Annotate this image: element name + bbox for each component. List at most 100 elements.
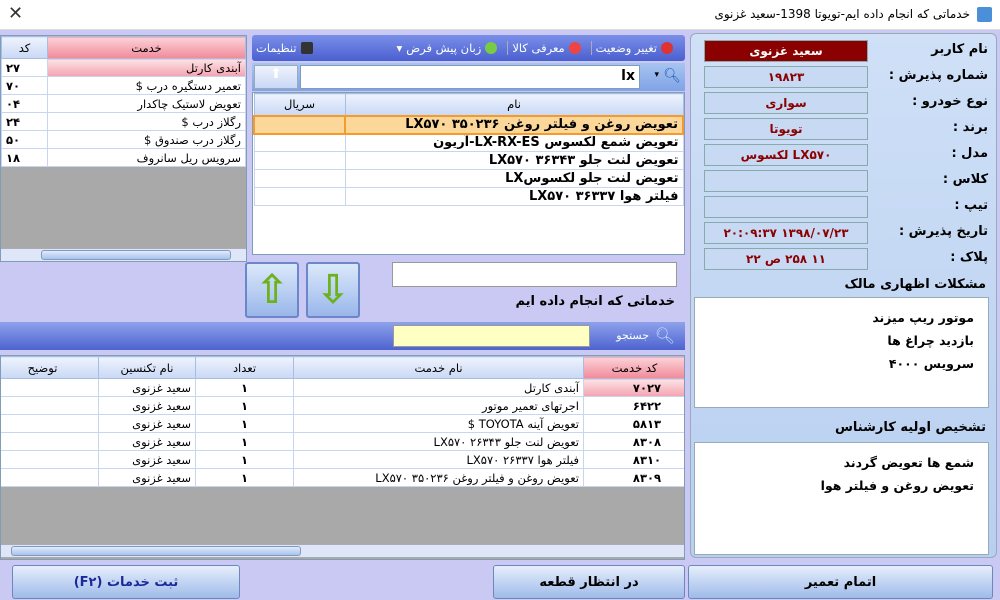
- table-cell[interactable]: [1, 468, 99, 487]
- table-cell[interactable]: اجرتهای تعمیر موتور: [293, 396, 584, 415]
- close-button[interactable]: ✕: [8, 3, 23, 24]
- table-cell[interactable]: تعویض آینه TOYOTA $: [293, 414, 584, 433]
- table-row[interactable]: تعمیر دستگیره درب $۷۰: [1, 76, 246, 95]
- table-cell[interactable]: سعید غزنوی: [98, 450, 196, 469]
- table-row[interactable]: ۸۳۰۹ تعویض روغن و فیلتر روغن ۳۵۰۲۳۶ LX۵۷۰…: [1, 468, 684, 487]
- move-up-button[interactable]: ⇧: [245, 262, 299, 318]
- table-cell[interactable]: تعویض شمع لکسوس LX-RX-ES-آریون: [344, 133, 684, 152]
- table-cell[interactable]: رگلاز درب $: [47, 112, 246, 131]
- table-cell[interactable]: ۱: [195, 414, 294, 433]
- table-cell[interactable]: آبندی کارتل: [47, 58, 246, 77]
- table-cell[interactable]: تعویض لاستیک چاکدار: [47, 94, 246, 113]
- field-value[interactable]: LX۵۷۰ لکسوس: [704, 144, 868, 166]
- table-cell[interactable]: آبندی کارتل: [293, 378, 584, 397]
- services-horizontal-scrollbar[interactable]: [1, 248, 246, 261]
- owner-issues-textbox[interactable]: موتور ریپ میزند بازدید چراغ ها سرویس ۴۰۰۰: [694, 297, 989, 408]
- field-value[interactable]: ۱۹۸۲۳: [704, 66, 868, 88]
- table-cell[interactable]: ۱: [195, 432, 294, 451]
- table-row[interactable]: تعویض لاستیک چاکدار ۰۴: [1, 94, 246, 113]
- column-header[interactable]: نام تکنسین: [98, 356, 196, 379]
- table-cell[interactable]: فیلتر هوا ۲۶۳۳۷ LX۵۷۰: [293, 450, 584, 469]
- table-cell[interactable]: فیلتر هوا ۳۶۳۳۷ LX۵۷۰: [344, 187, 684, 206]
- column-header[interactable]: توضیح: [1, 356, 99, 379]
- field-value[interactable]: [704, 196, 868, 218]
- field-value[interactable]: ۱۳۹۸/۰۷/۲۳ ۲۰:۰۹:۳۷: [704, 222, 868, 244]
- search-icon[interactable]: 🔍︎: [663, 68, 681, 84]
- chevron-down-icon[interactable]: ▾: [654, 70, 659, 80]
- table-cell[interactable]: ۱: [195, 450, 294, 469]
- up-button[interactable]: ⬆: [254, 65, 298, 89]
- table-row[interactable]: تعویض لنت جلو لکسوسLX: [253, 169, 684, 188]
- table-row[interactable]: ۸۳۱۰ فیلتر هوا ۲۶۳۳۷ LX۵۷۰ ۱ سعید غزنوی: [1, 450, 684, 469]
- table-cell[interactable]: ۸۳۱۰: [583, 450, 684, 469]
- table-cell[interactable]: رگلاز درب صندوق $: [47, 130, 246, 149]
- table-cell[interactable]: ۲۴: [1, 112, 48, 131]
- move-down-button[interactable]: ⇩: [306, 262, 360, 318]
- table-cell[interactable]: ۱۸: [1, 148, 48, 167]
- field-value[interactable]: [704, 170, 868, 192]
- field-value[interactable]: سواری: [704, 92, 868, 114]
- table-cell[interactable]: سعید غزنوی: [98, 414, 196, 433]
- register-services-button[interactable]: ثبت خدمات (F۲): [12, 565, 240, 599]
- search-icon[interactable]: 🔍︎: [655, 326, 675, 345]
- table-row[interactable]: رگلاز درب $۲۴: [1, 112, 246, 131]
- table-cell[interactable]: تعویض روغن و فیلتر روغن ۳۵۰۲۳۶ LX۵۷۰: [293, 468, 584, 487]
- table-cell[interactable]: [1, 450, 99, 469]
- table-cell[interactable]: ۰۴: [1, 94, 48, 113]
- finish-repair-button[interactable]: اتمام تعمیر: [688, 565, 993, 599]
- table-cell[interactable]: سعید غزنوی: [98, 468, 196, 487]
- table-cell[interactable]: [1, 432, 99, 451]
- table-row[interactable]: آبندی کارتل ۲۷: [1, 58, 246, 77]
- column-header[interactable]: نام: [344, 93, 684, 116]
- column-header[interactable]: کد خدمت: [583, 356, 684, 379]
- table-cell[interactable]: تعویض لنت جلو لکسوسLX: [344, 169, 684, 188]
- table-cell[interactable]: [253, 151, 346, 170]
- table-row[interactable]: تعویض شمع لکسوس LX-RX-ES-آریون: [253, 133, 684, 152]
- scroll-thumb[interactable]: [11, 546, 301, 556]
- table-cell[interactable]: [1, 414, 99, 433]
- table-cell[interactable]: ۸۳۰۸: [583, 432, 684, 451]
- table-cell[interactable]: سعید غزنوی: [98, 396, 196, 415]
- table-row[interactable]: ۷۰۲۷ آبندی کارتل ۱ سعید غزنوی: [1, 378, 684, 397]
- column-header[interactable]: خدمت: [47, 36, 246, 59]
- table-cell[interactable]: ۵۰: [1, 130, 48, 149]
- column-header[interactable]: تعداد: [195, 356, 294, 379]
- diagnosis-textbox[interactable]: شمع ها تعویض گردند تعویض روغن و فیلتر هوا: [694, 442, 989, 555]
- table-row[interactable]: ۸۳۰۸ تعویض لنت جلو ۲۶۳۴۳ LX۵۷۰ ۱ سعید غزنوی: [1, 432, 684, 451]
- table-row[interactable]: فیلتر هوا ۳۶۳۳۷ LX۵۷۰: [253, 187, 684, 206]
- table-row[interactable]: سرویس ریل سانروف ۱۸: [1, 148, 246, 167]
- field-value[interactable]: تویوتا: [704, 118, 868, 140]
- table-cell[interactable]: [1, 396, 99, 415]
- table-row[interactable]: ۵۸۱۳ تعویض آینه TOYOTA $۱ سعید غزنوی: [1, 414, 684, 433]
- catalog-search-input[interactable]: lx: [300, 65, 640, 89]
- column-header[interactable]: سریال: [253, 93, 346, 116]
- column-header[interactable]: کد: [1, 36, 48, 59]
- table-cell[interactable]: [253, 114, 346, 135]
- table-cell[interactable]: ۵۸۱۳: [583, 414, 684, 433]
- table-cell[interactable]: تعویض لنت جلو ۲۶۳۴۳ LX۵۷۰: [293, 432, 584, 451]
- default-language-dropdown[interactable]: زبان پیش فرض ▾: [392, 41, 501, 55]
- table-row[interactable]: تعویض لنت جلو ۳۶۳۴۳ LX۵۷۰: [253, 151, 684, 170]
- table-cell[interactable]: ۱: [195, 396, 294, 415]
- table-cell[interactable]: سعید غزنوی: [98, 432, 196, 451]
- table-cell[interactable]: [253, 187, 346, 206]
- table-cell[interactable]: تعویض روغن و فیلتر روغن ۳۵۰۲۳۶ LX۵۷۰: [344, 114, 684, 135]
- table-cell[interactable]: ۸۳۰۹: [583, 468, 684, 487]
- column-header[interactable]: نام خدمت: [293, 356, 584, 379]
- done-search-input[interactable]: [393, 325, 590, 347]
- table-cell[interactable]: ۶۴۲۲: [583, 396, 684, 415]
- table-cell[interactable]: ۱: [195, 378, 294, 397]
- product-intro-button[interactable]: معرفی کالا: [507, 41, 584, 55]
- field-value[interactable]: ۱۱ ۲۵۸ ص ۲۲: [704, 248, 868, 270]
- change-status-button[interactable]: تغییر وضعیت: [590, 41, 677, 55]
- table-cell[interactable]: ۷۰: [1, 76, 48, 95]
- scroll-thumb[interactable]: [41, 250, 231, 260]
- table-cell[interactable]: تعمیر دستگیره درب $: [47, 76, 246, 95]
- table-cell[interactable]: تعویض لنت جلو ۳۶۳۴۳ LX۵۷۰: [344, 151, 684, 170]
- table-cell[interactable]: ۲۷: [1, 58, 48, 77]
- note-input[interactable]: [392, 262, 677, 287]
- table-row[interactable]: رگلاز درب صندوق $۵۰: [1, 130, 246, 149]
- table-cell[interactable]: سرویس ریل سانروف: [47, 148, 246, 167]
- table-cell[interactable]: [253, 169, 346, 188]
- table-cell[interactable]: سعید غزنوی: [98, 378, 196, 397]
